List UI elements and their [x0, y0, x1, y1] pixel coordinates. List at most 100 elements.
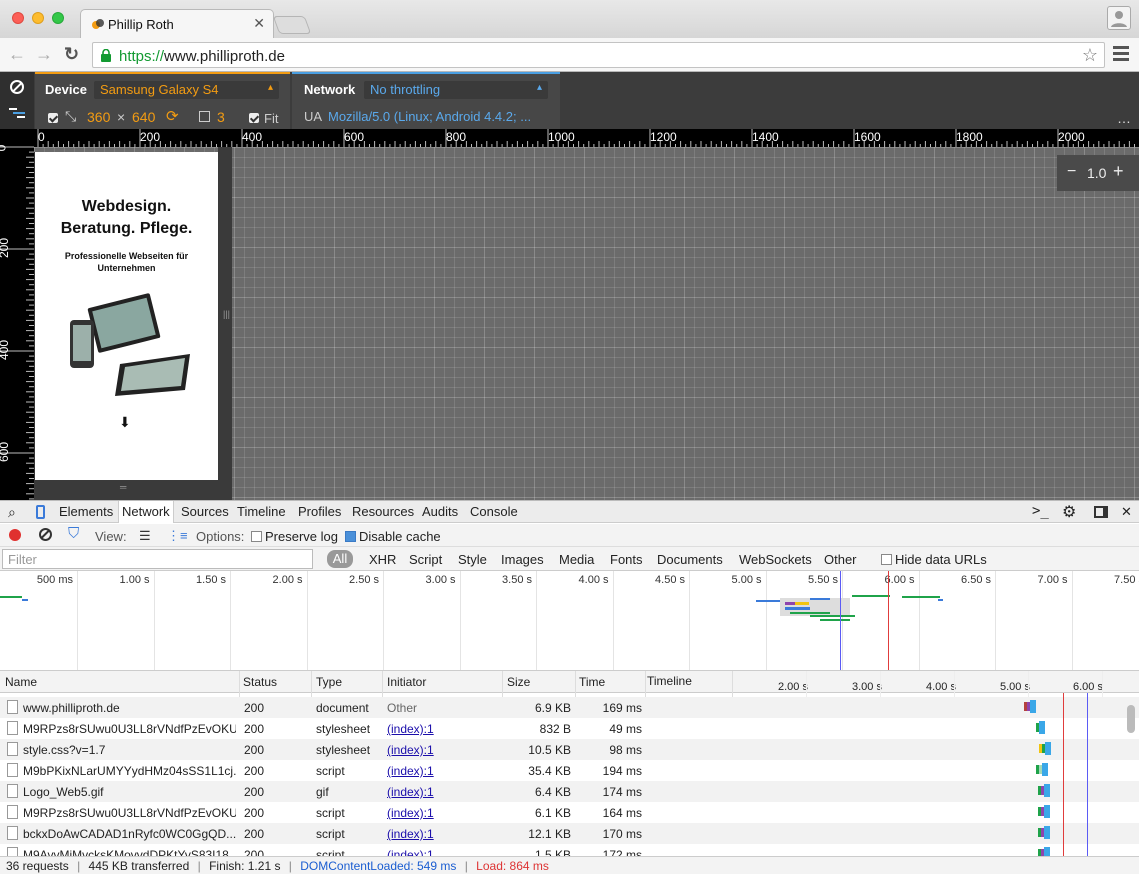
maximize-window-button[interactable] — [52, 12, 64, 24]
zoom-in-button[interactable]: + — [1113, 161, 1124, 182]
large-rows-icon[interactable]: ☰ — [139, 528, 151, 544]
request-type: gif — [316, 785, 329, 799]
zoom-out-button[interactable]: − — [1067, 163, 1076, 181]
request-time: 174 ms — [602, 785, 642, 799]
filter-icon[interactable]: ⛉ — [68, 525, 79, 542]
column-header-timeline[interactable]: Timeline — [647, 674, 692, 688]
reload-icon[interactable]: ↻ — [64, 44, 79, 64]
minimize-window-button[interactable] — [32, 12, 44, 24]
disable-emulation-icon[interactable] — [10, 80, 24, 94]
new-tab-button[interactable] — [272, 16, 312, 34]
request-name[interactable]: M9RPzs8rSUwu0U3LL8rVNdfPzEvOKU... — [23, 806, 236, 820]
close-devtools-icon[interactable]: ✕ — [1121, 504, 1132, 520]
network-overview[interactable]: 500 ms 1.00 s 1.50 s 2.00 s 2.50 s 3.00 s 3.50… — [0, 571, 1139, 671]
hide-data-urls-checkbox[interactable]: Hide data URLs — [881, 552, 987, 567]
table-row[interactable]: M9bPKixNLarUMYYydHMz04sSS1L1cj... 200 scri… — [0, 760, 1139, 781]
request-name[interactable]: style.css?v=1.7 — [23, 743, 236, 757]
profile-icon[interactable] — [1107, 6, 1131, 30]
network-throttling-select[interactable]: No throttling ▴ — [364, 81, 548, 99]
filter-fonts[interactable]: Fonts — [610, 552, 643, 567]
column-header-time[interactable]: Time — [579, 675, 605, 689]
timeline-tick: 5.00 s — [1000, 681, 1030, 693]
emulated-device-viewport[interactable]: Webdesign. Beratung. Pflege. Professionel… — [34, 152, 218, 480]
request-initiator[interactable]: (index):1 — [387, 806, 434, 820]
table-row[interactable]: Logo_Web5.gif 200 gif (index):1 6.4 KB 174 ms — [0, 781, 1139, 802]
tab-sources[interactable]: Sources — [181, 504, 229, 519]
tab-resources[interactable]: Resources — [352, 504, 414, 519]
table-row[interactable]: style.css?v=1.7 200 stylesheet (index):1 10.… — [0, 739, 1139, 760]
table-body: www.philliproth.de 200 document Other 6.9 KB… — [0, 697, 1139, 859]
tab-profiles[interactable]: Profiles — [298, 504, 341, 519]
filter-script[interactable]: Script — [409, 552, 442, 567]
device-resize-handle-bottom[interactable]: ═ — [34, 480, 232, 500]
table-row[interactable]: www.philliproth.de 200 document Other 6.9 KB… — [0, 697, 1139, 718]
column-header-status[interactable]: Status — [243, 675, 277, 689]
column-header-initiator[interactable]: Initiator — [387, 675, 426, 689]
filter-input[interactable]: Filter — [2, 549, 313, 569]
request-initiator[interactable]: (index):1 — [387, 764, 434, 778]
disable-cache-checkbox[interactable]: Disable cache — [345, 529, 441, 544]
resolution-checkbox[interactable] — [48, 113, 58, 123]
table-row[interactable]: bckxDoAwCADAD1nRyfc0WC0GgQD... 200 script (… — [0, 823, 1139, 844]
more-options-icon[interactable]: … — [1117, 110, 1131, 126]
dpr-field[interactable]: 3 — [217, 109, 225, 125]
device-select[interactable]: Samsung Galaxy S4 ▴ — [94, 81, 279, 99]
tab-audits[interactable]: Audits — [422, 504, 458, 519]
filter-xhr[interactable]: XHR — [369, 552, 396, 567]
device-resize-handle-right[interactable]: ||| — [218, 147, 232, 500]
tab-console[interactable]: Console — [470, 504, 518, 519]
forward-arrow-icon[interactable]: → — [35, 44, 53, 64]
file-icon — [7, 763, 18, 777]
request-name[interactable]: www.philliproth.de — [23, 701, 236, 715]
request-name[interactable]: M9bPKixNLarUMYYydHMz04sSS1L1cj... — [23, 764, 236, 778]
preserve-log-checkbox[interactable]: Preserve log — [251, 529, 338, 544]
scroll-down-icon[interactable]: ⬇ — [119, 414, 131, 431]
timeline-tick: 3.00 s — [852, 681, 882, 693]
request-initiator[interactable]: (index):1 — [387, 743, 434, 757]
width-field[interactable]: 360 — [87, 109, 110, 125]
user-agent-field[interactable]: Mozilla/5.0 (Linux; Android 4.4.2; ... — [328, 109, 531, 124]
fit-checkbox[interactable] — [249, 113, 259, 123]
column-header-size[interactable]: Size — [507, 675, 530, 689]
inspect-element-icon[interactable]: ⌕ — [8, 504, 16, 521]
record-button[interactable] — [9, 529, 21, 541]
filter-documents[interactable]: Documents — [657, 552, 723, 567]
tab-network[interactable]: Network — [118, 501, 174, 523]
bookmark-star-icon[interactable]: ☆ — [1082, 45, 1098, 66]
request-initiator[interactable]: (index):1 — [387, 785, 434, 799]
back-arrow-icon[interactable]: ← — [8, 44, 26, 64]
column-header-name[interactable]: Name — [5, 675, 37, 689]
filter-media[interactable]: Media — [559, 552, 594, 567]
close-window-button[interactable] — [12, 12, 24, 24]
overview-icon[interactable]: ⋮≡ — [167, 528, 188, 544]
device-mode-icon[interactable] — [36, 505, 45, 519]
table-scrollbar[interactable] — [1127, 705, 1135, 733]
request-name[interactable]: bckxDoAwCADAD1nRyfc0WC0GgQD... — [23, 827, 236, 841]
swap-dimensions-icon[interactable]: ⟳ — [166, 107, 179, 125]
devtools-tab-strip: ⌕ Elements Network Sources Timeline Prof… — [0, 500, 1139, 523]
tab-timeline[interactable]: Timeline — [237, 504, 286, 519]
settings-gear-icon[interactable]: ⚙ — [1062, 502, 1076, 522]
clear-icon[interactable] — [39, 528, 52, 541]
address-bar[interactable]: https://www.philliproth.de ☆ — [92, 42, 1105, 68]
height-field[interactable]: 640 — [132, 109, 155, 125]
hamburger-menu-icon[interactable] — [1113, 46, 1129, 64]
filter-websockets[interactable]: WebSockets — [739, 552, 812, 567]
media-queries-icon[interactable] — [9, 108, 25, 120]
browser-tab[interactable]: Phillip Roth ✕ — [80, 9, 274, 38]
tab-elements[interactable]: Elements — [59, 504, 113, 519]
table-row[interactable]: M9RPzs8rSUwu0U3LL8rVNdfPzEvOKU... 200 scri… — [0, 802, 1139, 823]
filter-other[interactable]: Other — [824, 552, 857, 567]
dock-side-icon[interactable] — [1094, 506, 1108, 518]
request-name[interactable]: M9RPzs8rSUwu0U3LL8rVNdfPzEvOKU... — [23, 722, 236, 736]
table-row[interactable]: M9RPzs8rSUwu0U3LL8rVNdfPzEvOKU... 200 styl… — [0, 718, 1139, 739]
tab-close-icon[interactable]: ✕ — [253, 15, 265, 32]
request-initiator[interactable]: (index):1 — [387, 827, 434, 841]
request-initiator[interactable]: (index):1 — [387, 722, 434, 736]
filter-all-button[interactable]: All — [327, 550, 353, 568]
column-header-type[interactable]: Type — [316, 675, 342, 689]
console-drawer-icon[interactable]: >_ — [1032, 503, 1049, 519]
filter-style[interactable]: Style — [458, 552, 487, 567]
request-name[interactable]: Logo_Web5.gif — [23, 785, 236, 799]
filter-images[interactable]: Images — [501, 552, 544, 567]
